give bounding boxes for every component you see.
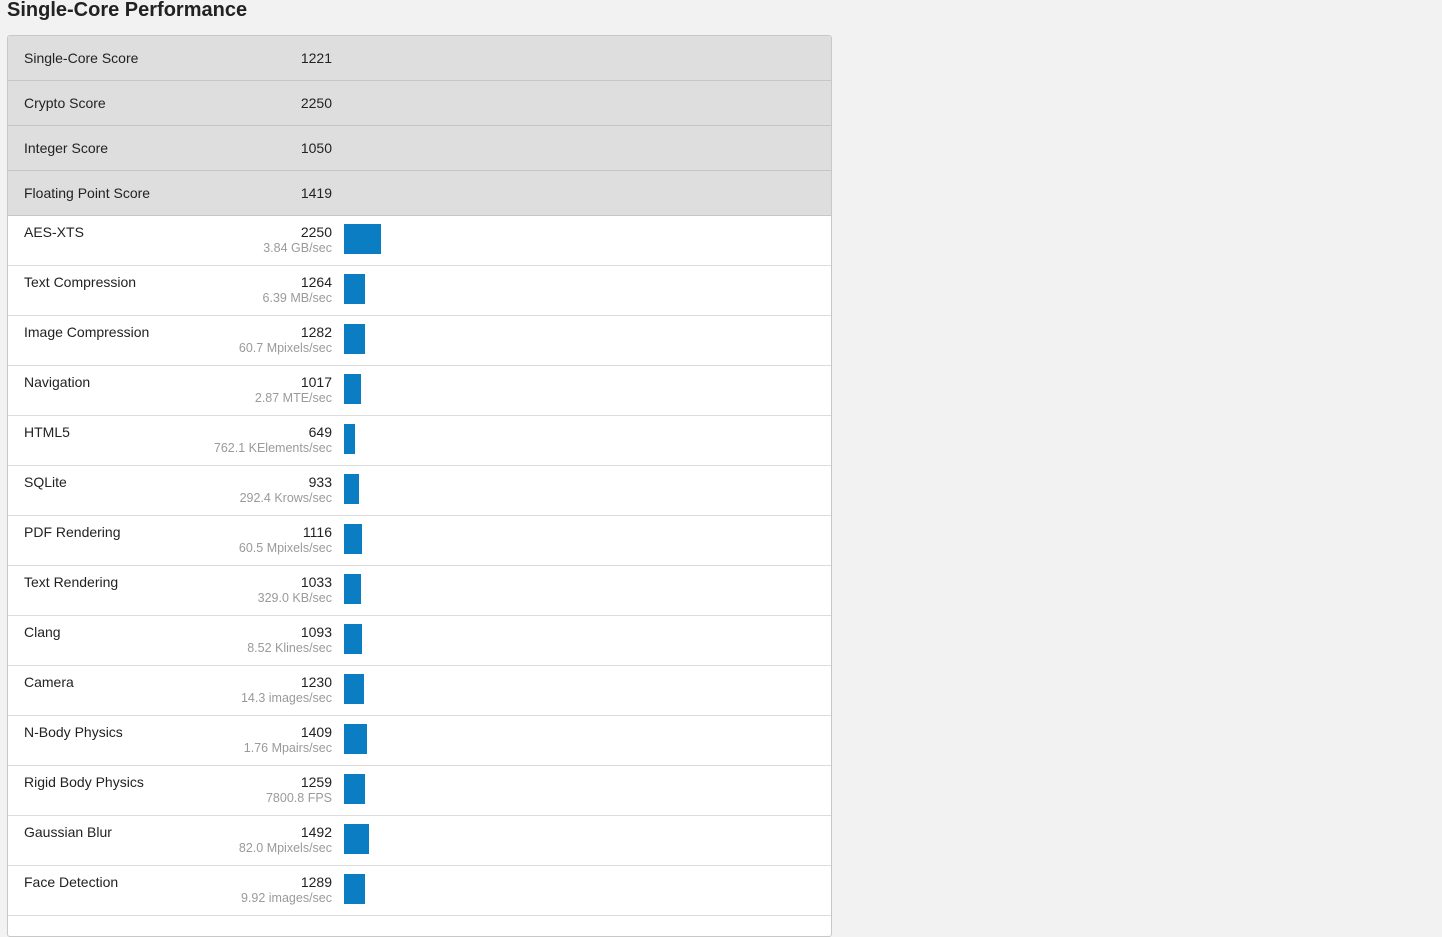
benchmark-score: 1264 [300, 274, 332, 290]
summary-label: Crypto Score [24, 95, 106, 111]
summary-value: 1050 [300, 140, 332, 156]
summary-value: 1419 [300, 185, 332, 201]
benchmark-score: 1289 [300, 874, 332, 890]
benchmark-score: 1116 [302, 524, 332, 540]
summary-section: Single-Core Score 1221 Crypto Score 2250 Int… [8, 36, 831, 216]
results-panel: Single-Core Score 1221 Crypto Score 2250 Int… [7, 35, 832, 937]
benchmark-label: Camera [24, 674, 74, 690]
score-bar [344, 374, 361, 404]
benchmark-rate: 7800.8 FPS [265, 791, 332, 805]
score-bar [344, 724, 367, 754]
benchmark-label: HTML5 [24, 424, 70, 440]
score-bar [344, 424, 355, 454]
benchmark-row: Camera 1230 14.3 images/sec [8, 666, 831, 716]
benchmark-rate: 9.92 images/sec [240, 891, 332, 905]
benchmark-score: 1017 [300, 374, 332, 390]
summary-row: Floating Point Score 1419 [8, 171, 831, 216]
summary-value: 2250 [300, 95, 332, 111]
benchmark-score: 1409 [300, 724, 332, 740]
benchmark-rate: 6.39 MB/sec [262, 291, 332, 305]
benchmark-score: 649 [308, 424, 332, 440]
benchmark-label: SQLite [24, 474, 67, 490]
score-bar [344, 824, 369, 854]
score-bar [344, 324, 365, 354]
benchmark-row: Rigid Body Physics 1259 7800.8 FPS [8, 766, 831, 816]
benchmark-row: SQLite 933 292.4 Krows/sec [8, 466, 831, 516]
summary-row: Integer Score 1050 [8, 126, 831, 171]
benchmark-rate: 14.3 images/sec [240, 691, 332, 705]
benchmark-rate: 762.1 KElements/sec [213, 441, 332, 455]
benchmark-label: AES-XTS [24, 224, 84, 240]
benchmark-row: Clang 1093 8.52 Klines/sec [8, 616, 831, 666]
benchmark-row: Gaussian Blur 1492 82.0 Mpixels/sec [8, 816, 831, 866]
summary-row: Single-Core Score 1221 [8, 36, 831, 81]
score-bar [344, 524, 362, 554]
benchmark-label: Face Detection [24, 874, 119, 890]
score-bar [344, 474, 359, 504]
benchmark-row: Text Rendering 1033 329.0 KB/sec [8, 566, 831, 616]
summary-row: Crypto Score 2250 [8, 81, 831, 126]
score-bar [344, 774, 365, 804]
benchmark-rate: 3.84 GB/sec [263, 241, 332, 255]
benchmark-score: 1492 [300, 824, 332, 840]
benchmark-score: 1282 [300, 324, 332, 340]
score-bar [344, 224, 381, 254]
benchmark-label: Image Compression [24, 324, 150, 340]
benchmark-label: Rigid Body Physics [24, 774, 144, 790]
benchmark-rate: 329.0 KB/sec [257, 591, 332, 605]
benchmark-score: 1033 [300, 574, 332, 590]
benchmark-label: Gaussian Blur [24, 824, 112, 840]
benchmark-row: N-Body Physics 1409 1.76 Mpairs/sec [8, 716, 831, 766]
score-bar [344, 624, 362, 654]
benchmark-row: AES-XTS 2250 3.84 GB/sec [8, 216, 831, 266]
summary-value: 1221 [300, 50, 332, 66]
benchmark-row: PDF Rendering 1116 60.5 Mpixels/sec [8, 516, 831, 566]
benchmark-label: Text Rendering [24, 574, 119, 590]
benchmark-label: PDF Rendering [24, 524, 121, 540]
benchmark-score: 1259 [300, 774, 332, 790]
benchmark-rate: 82.0 Mpixels/sec [238, 841, 332, 855]
benchmark-rate: 8.52 Klines/sec [247, 641, 332, 655]
benchmark-label: Text Compression [24, 274, 137, 290]
benchmark-row: HTML5 649 762.1 KElements/sec [8, 416, 831, 466]
benchmark-label: Clang [24, 624, 61, 640]
benchmark-rate: 292.4 Krows/sec [239, 491, 332, 505]
benchmark-rate: 2.87 MTE/sec [254, 391, 332, 405]
score-bar [344, 574, 361, 604]
benchmark-rate: 60.7 Mpixels/sec [238, 341, 332, 355]
summary-label: Integer Score [24, 140, 109, 156]
benchmark-row: Image Compression 1282 60.7 Mpixels/sec [8, 316, 831, 366]
benchmark-row: Face Detection 1289 9.92 images/sec [8, 866, 831, 916]
benchmark-score: 1093 [300, 624, 332, 640]
page-title: Single-Core Performance [7, 0, 248, 21]
benchmark-row: Text Compression 1264 6.39 MB/sec [8, 266, 831, 316]
benchmark-score: 2250 [300, 224, 332, 240]
benchmark-row: Navigation 1017 2.87 MTE/sec [8, 366, 831, 416]
benchmark-list: AES-XTS 2250 3.84 GB/sec Text Compression 12… [8, 216, 831, 916]
benchmark-score: 933 [308, 474, 332, 490]
benchmark-label: N-Body Physics [24, 724, 123, 740]
benchmark-rate: 1.76 Mpairs/sec [243, 741, 332, 755]
benchmark-label: Navigation [24, 374, 91, 390]
benchmark-rate: 60.5 Mpixels/sec [238, 541, 332, 555]
score-bar [344, 274, 365, 304]
summary-label: Floating Point Score [24, 185, 151, 201]
summary-label: Single-Core Score [24, 50, 139, 66]
benchmark-score: 1230 [300, 674, 332, 690]
score-bar [344, 874, 365, 904]
score-bar [344, 674, 364, 704]
